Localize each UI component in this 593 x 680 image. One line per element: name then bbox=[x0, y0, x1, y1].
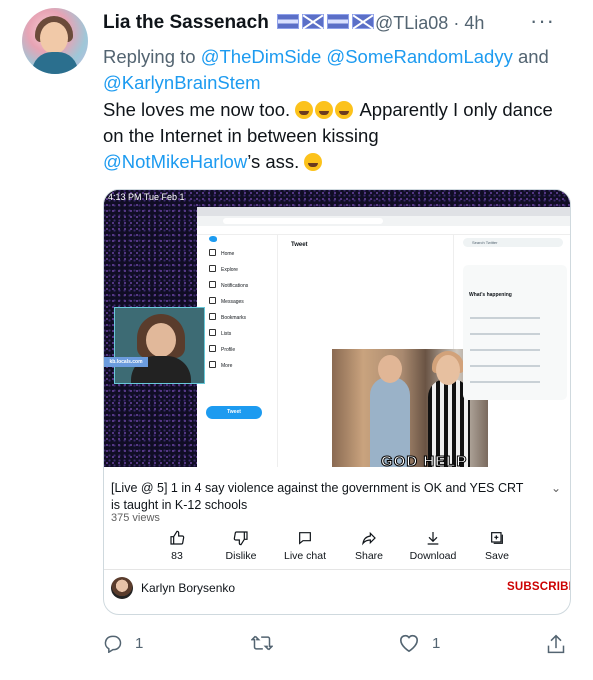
flag-icon bbox=[327, 14, 350, 29]
video-screenshot[interactable]: 4:13 PM Tue Feb 1 Home Explore Notificat… bbox=[104, 190, 570, 467]
laughing-emoji-icon bbox=[304, 153, 323, 171]
share-tweet-button[interactable] bbox=[546, 633, 578, 655]
separator-dot: · bbox=[453, 13, 460, 33]
flag-icon bbox=[302, 14, 325, 29]
webcam-overlay bbox=[114, 307, 205, 384]
subscribe-button[interactable]: SUBSCRIBE bbox=[507, 581, 570, 593]
author-handle-time: @TLia08 · 4h bbox=[375, 13, 484, 34]
reply-mention[interactable]: @KarlynBrainStem bbox=[103, 72, 261, 93]
webcam-label: kb.locals.com bbox=[104, 357, 148, 367]
save-video-button[interactable]: Save bbox=[464, 530, 530, 562]
author-name[interactable]: Lia the Sassenach bbox=[103, 12, 375, 34]
media-card[interactable]: 4:13 PM Tue Feb 1 Home Explore Notificat… bbox=[103, 189, 571, 615]
embedded-nav-item: Lists bbox=[209, 329, 231, 337]
save-icon bbox=[491, 532, 503, 544]
download-icon bbox=[427, 532, 439, 545]
reply-and: and bbox=[517, 46, 549, 67]
embedded-tweet-header: Tweet bbox=[291, 242, 308, 248]
reply-count: 1 bbox=[135, 634, 144, 652]
embedded-nav-item: Explore bbox=[209, 265, 238, 273]
tweet-text: She loves me now too. Apparently I only … bbox=[103, 99, 553, 172]
like-button[interactable]: 1 bbox=[398, 633, 440, 653]
reply-mention[interactable]: @TheDimSide bbox=[201, 46, 322, 67]
channel-name[interactable]: Karlyn Borysenko bbox=[141, 581, 235, 595]
text-mention[interactable]: @NotMikeHarlow bbox=[103, 151, 247, 172]
embedded-nav-item: More bbox=[209, 361, 232, 369]
flag-icon bbox=[352, 14, 375, 29]
embedded-search: Search Twitter bbox=[463, 238, 563, 247]
retweet-button[interactable] bbox=[251, 633, 285, 653]
video-title[interactable]: [Live @ 5] 1 in 4 say violence against t… bbox=[111, 480, 531, 514]
reply-context: Replying to @TheDimSide @SomeRandomLadyy… bbox=[103, 44, 573, 96]
embedded-url-bar bbox=[223, 218, 383, 224]
chevron-down-icon[interactable]: ⌄ bbox=[551, 481, 561, 495]
share-video-button[interactable]: Share bbox=[336, 530, 402, 562]
channel-avatar[interactable] bbox=[111, 577, 133, 599]
embedded-tweet-button: Tweet bbox=[206, 406, 262, 419]
flag-icon bbox=[277, 14, 300, 29]
like-video-button[interactable]: 83 bbox=[144, 530, 210, 562]
grinning-sweat-emoji-icon bbox=[315, 101, 334, 119]
dislike-video-button[interactable]: Dislike bbox=[208, 530, 274, 562]
video-views: 375 views bbox=[111, 512, 160, 524]
grinning-sweat-emoji-icon bbox=[295, 101, 314, 119]
download-video-button[interactable]: Download bbox=[400, 530, 466, 562]
video-time-overlay: 4:13 PM Tue Feb 1 bbox=[108, 192, 185, 202]
tweet-time[interactable]: 4h bbox=[464, 13, 484, 33]
like-icon bbox=[399, 634, 419, 653]
retweet-icon bbox=[251, 635, 273, 651]
divider bbox=[104, 569, 570, 570]
share-icon bbox=[362, 531, 376, 546]
grinning-sweat-emoji-icon bbox=[335, 101, 354, 119]
embedded-nav-item: Notifications bbox=[209, 281, 248, 289]
chat-icon bbox=[299, 532, 311, 545]
author-avatar[interactable] bbox=[22, 8, 88, 74]
share-icon bbox=[547, 634, 565, 654]
reply-icon bbox=[104, 635, 122, 653]
reply-mention[interactable]: @SomeRandomLadyy bbox=[326, 46, 512, 67]
embedded-nav-item: Profile bbox=[209, 345, 235, 353]
gif-caption: GOD HELP US ALL bbox=[381, 453, 468, 468]
embedded-nav-item: Messages bbox=[209, 297, 244, 305]
live-chat-button[interactable]: Live chat bbox=[272, 530, 338, 562]
reply-button[interactable]: 1 bbox=[103, 633, 143, 653]
like-count: 1 bbox=[432, 634, 441, 652]
embedded-nav-item: Home bbox=[209, 249, 234, 257]
author-handle[interactable]: @TLia08 bbox=[375, 13, 448, 33]
twitter-bird-icon bbox=[209, 236, 217, 242]
embedded-browser: Home Explore Notifications Messages Book… bbox=[197, 207, 570, 467]
reply-prefix: Replying to bbox=[103, 46, 196, 67]
more-dots-icon[interactable]: ··· bbox=[530, 8, 555, 34]
thumbs-up-icon bbox=[170, 530, 185, 545]
embedded-nav-item: Bookmarks bbox=[209, 313, 246, 321]
thumbs-down-icon bbox=[233, 531, 248, 546]
